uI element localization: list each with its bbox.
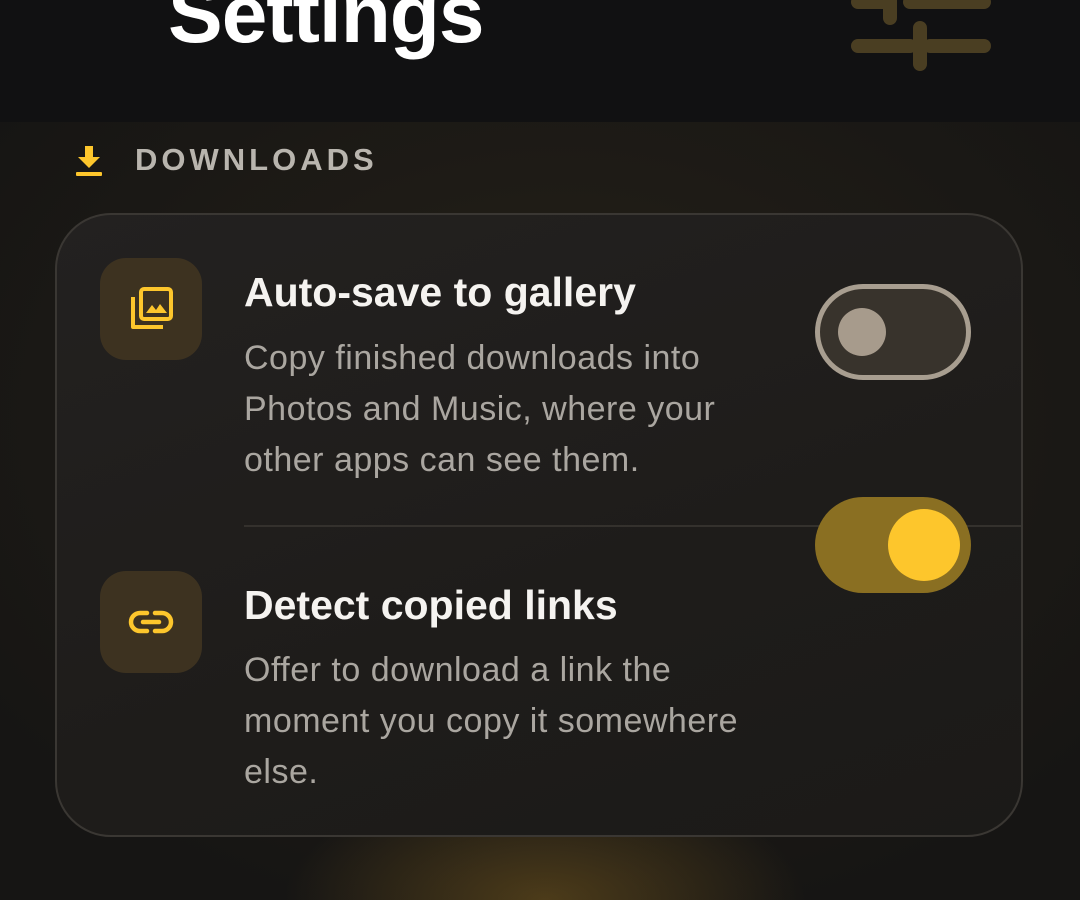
link-icon — [128, 610, 174, 634]
page-title: Settings — [168, 0, 484, 60]
settings-screen: Settings DOWNLOADS Auto-save to gallery … — [0, 0, 1080, 900]
sliders-icon[interactable] — [850, 0, 992, 72]
download-icon — [76, 146, 102, 176]
link-icon-tile — [100, 571, 202, 673]
downloads-settings-card: Auto-save to gallery Copy finished downl… — [55, 213, 1023, 837]
setting-row-auto-save: Auto-save to gallery Copy finished downl… — [57, 215, 1021, 526]
setting-title: Detect copied links — [244, 582, 618, 628]
toggle-knob — [888, 509, 960, 581]
section-header-downloads: DOWNLOADS — [74, 140, 378, 180]
detect-links-toggle[interactable] — [815, 497, 971, 593]
gallery-icon — [131, 287, 173, 329]
setting-description: Offer to download a link the moment you … — [244, 651, 738, 791]
auto-save-toggle[interactable] — [815, 284, 971, 380]
setting-title: Auto-save to gallery — [244, 269, 636, 315]
toggle-knob — [838, 308, 886, 356]
header: Settings — [0, 0, 1080, 122]
setting-description: Copy finished downloads into Photos and … — [244, 339, 716, 479]
gallery-icon-tile — [100, 258, 202, 360]
section-label: DOWNLOADS — [135, 142, 378, 177]
